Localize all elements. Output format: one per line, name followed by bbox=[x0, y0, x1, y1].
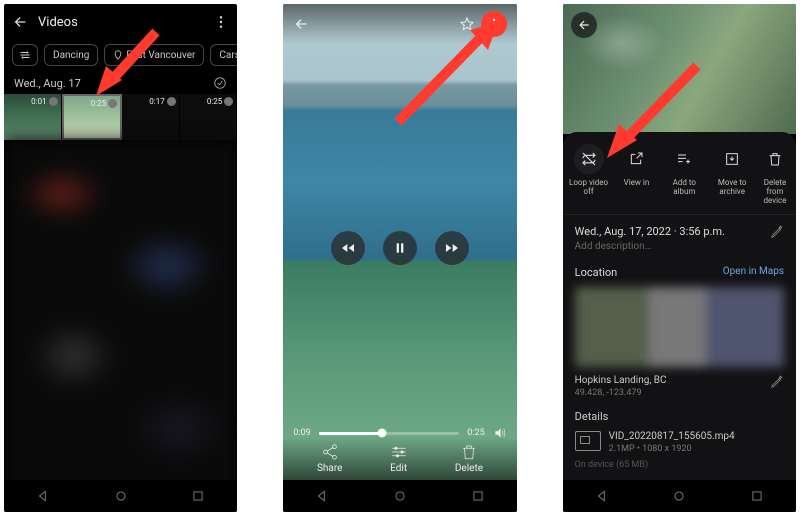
filter-chips: Dancing East Vancouver Cars bbox=[4, 40, 237, 72]
player-top-bar bbox=[283, 4, 516, 44]
delete-device-button[interactable]: Delete from device bbox=[758, 144, 792, 206]
coordinates: 49.428, -123.479 bbox=[575, 388, 784, 398]
nav-home-icon[interactable] bbox=[393, 489, 407, 503]
place-name: Hopkins Landing, BC bbox=[575, 375, 784, 386]
nav-back-icon[interactable] bbox=[315, 489, 329, 503]
nav-back-icon[interactable] bbox=[595, 489, 609, 503]
select-all-icon[interactable] bbox=[213, 76, 227, 90]
back-button[interactable] bbox=[571, 12, 597, 38]
player-action-bar: Share Edit Delete bbox=[283, 437, 516, 480]
view-in-button[interactable]: View in bbox=[614, 144, 658, 206]
file-meta: 2.1MP • 1080 x 1920 bbox=[609, 444, 735, 454]
back-arrow-icon bbox=[577, 18, 591, 32]
video-thumb[interactable]: 0:25 bbox=[180, 94, 238, 140]
nav-back-icon[interactable] bbox=[36, 489, 50, 503]
archive-button[interactable]: Move to archive bbox=[710, 144, 754, 206]
video-thumb-selected[interactable]: 0:25 bbox=[62, 94, 123, 140]
edit-button[interactable]: Edit bbox=[390, 443, 408, 474]
add-to-album-button[interactable]: Add to album bbox=[662, 144, 706, 206]
date-label: Wed., Aug. 17 bbox=[14, 77, 81, 90]
blurred-content bbox=[4, 140, 237, 500]
nav-home-icon[interactable] bbox=[672, 489, 686, 503]
details-label: Details bbox=[563, 402, 796, 423]
forward-button[interactable] bbox=[435, 231, 469, 265]
file-info: VID_20220817_155605.mp4 2.1MP • 1080 x 1… bbox=[563, 423, 796, 454]
location-text: Hopkins Landing, BC 49.428, -123.479 bbox=[563, 371, 796, 402]
playlist-add-icon bbox=[676, 151, 692, 167]
on-device-row: On device (65 MB) bbox=[563, 454, 796, 476]
image-file-icon bbox=[575, 431, 601, 451]
filter-icon-chip[interactable] bbox=[12, 44, 38, 66]
nav-recent-icon[interactable] bbox=[191, 489, 205, 503]
open-in-maps-link[interactable]: Open in Maps bbox=[723, 266, 784, 279]
pin-icon bbox=[113, 50, 123, 60]
pause-icon bbox=[392, 240, 408, 256]
open-external-icon bbox=[628, 151, 644, 167]
page-title: Videos bbox=[38, 15, 78, 30]
video-preview bbox=[563, 4, 796, 134]
chip-east-van[interactable]: East Vancouver bbox=[104, 44, 204, 66]
video-thumb[interactable]: 0:01 bbox=[4, 94, 62, 140]
archive-icon bbox=[724, 151, 740, 167]
nav-home-icon[interactable] bbox=[114, 489, 128, 503]
description-field[interactable]: Add description… bbox=[575, 241, 784, 252]
more-vert-icon bbox=[487, 17, 501, 31]
back-arrow-icon[interactable] bbox=[293, 16, 309, 32]
video-date: Wed., Aug. 17, 2022 bbox=[575, 225, 671, 238]
tune-icon bbox=[390, 443, 408, 461]
rewind-icon bbox=[340, 240, 356, 256]
android-nav-bar bbox=[563, 480, 796, 512]
tune-icon bbox=[19, 49, 31, 61]
video-thumb[interactable]: 0:17 bbox=[122, 94, 180, 140]
filename: VID_20220817_155605.mp4 bbox=[609, 431, 735, 442]
chip-cars[interactable]: Cars bbox=[210, 44, 237, 66]
video-time: 3:56 p.m. bbox=[679, 225, 725, 238]
share-icon bbox=[321, 443, 339, 461]
more-menu-highlight[interactable] bbox=[481, 11, 507, 37]
sheet-action-row: Loop video off View in Add to album Move… bbox=[563, 138, 796, 215]
playback-controls bbox=[331, 231, 469, 265]
date-group-header: Wed., Aug. 17 bbox=[4, 72, 237, 94]
info-bottom-sheet: Loop video off View in Add to album Move… bbox=[563, 132, 796, 512]
scrubber-track[interactable] bbox=[319, 432, 460, 435]
thumbnail-row: 0:01 0:25 0:17 0:25 bbox=[4, 94, 237, 140]
location-section-header: Location Open in Maps bbox=[563, 256, 796, 283]
chip-dancing[interactable]: Dancing bbox=[44, 44, 98, 66]
map-preview[interactable] bbox=[575, 287, 784, 367]
loop-off-icon bbox=[580, 150, 598, 168]
back-arrow-icon[interactable] bbox=[12, 14, 28, 30]
loop-video-button[interactable]: Loop video off bbox=[567, 144, 611, 206]
forward-icon bbox=[444, 240, 460, 256]
android-nav-bar bbox=[4, 480, 237, 512]
nav-recent-icon[interactable] bbox=[750, 489, 764, 503]
panel-info-sheet: Loop video off View in Add to album Move… bbox=[563, 4, 796, 512]
favorite-star-icon[interactable] bbox=[459, 16, 475, 32]
rewind-button[interactable] bbox=[331, 231, 365, 265]
trash-icon bbox=[460, 443, 478, 461]
nav-recent-icon[interactable] bbox=[471, 489, 485, 503]
share-button[interactable]: Share bbox=[317, 443, 342, 474]
delete-button[interactable]: Delete bbox=[455, 443, 483, 474]
pencil-icon[interactable] bbox=[770, 225, 784, 239]
more-vert-icon[interactable] bbox=[213, 14, 229, 30]
header: Videos bbox=[4, 4, 237, 40]
panel-videos-list: Videos Dancing East Vancouver Cars Wed.,… bbox=[4, 4, 237, 512]
metadata-header: Wed., Aug. 17, 2022 · 3:56 p.m. Add desc… bbox=[563, 221, 796, 256]
android-nav-bar bbox=[283, 480, 516, 512]
location-label: Location bbox=[575, 266, 618, 279]
pencil-icon[interactable] bbox=[770, 375, 784, 389]
panel-video-player: 0:09 0:25 Share Edit Delete bbox=[283, 4, 516, 512]
pause-button[interactable] bbox=[383, 231, 417, 265]
trash-icon bbox=[767, 151, 783, 167]
